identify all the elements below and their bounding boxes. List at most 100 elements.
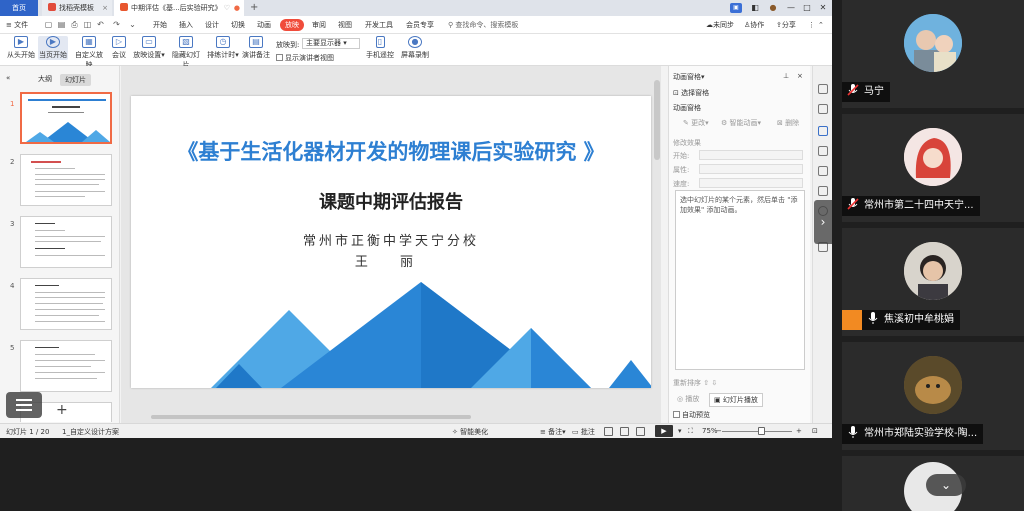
menu-item-animation[interactable]: 动画 <box>257 19 271 31</box>
pin-icon[interactable]: ⊥ <box>783 72 789 80</box>
smart-beautify-button[interactable]: ✧ 智能美化 <box>452 427 488 437</box>
slide-subtitle[interactable]: 课题中期评估报告 <box>131 188 651 214</box>
add-slide-button[interactable]: + <box>56 402 68 418</box>
horizontal-scrollbar[interactable] <box>131 414 651 420</box>
slide-thumbnail-3[interactable] <box>20 216 112 268</box>
minimize-icon[interactable]: — <box>784 0 798 16</box>
select-pane-link[interactable]: ⊡ 选择窗格 <box>673 88 709 98</box>
tab-slides[interactable]: 幻灯片 <box>60 74 91 86</box>
tab-outline[interactable]: 大纲 <box>38 74 52 84</box>
close-window-icon[interactable]: ✕ <box>816 0 830 16</box>
smart-animation-button[interactable]: ⚙ 智能动画▾ <box>721 118 761 128</box>
redo-icon[interactable]: ↷ <box>112 20 121 29</box>
record-notes-button[interactable]: ▤ 演讲备注 <box>242 36 270 60</box>
window-layout-icon[interactable]: ▣ <box>730 3 742 13</box>
share-button[interactable]: ⇪分享 <box>776 19 796 31</box>
layout-icon[interactable] <box>818 146 828 156</box>
mountain-graphic[interactable] <box>131 276 651 388</box>
tab-document[interactable]: 中期评估《基...后实验研究》 ♡ ● <box>114 0 244 16</box>
menu-item-design[interactable]: 设计 <box>205 19 219 31</box>
fit-slide-icon[interactable]: ⊡ <box>812 427 818 435</box>
menu-item-view[interactable]: 视图 <box>338 19 352 31</box>
meeting-button[interactable]: ▷ 会议 <box>109 36 129 60</box>
menu-item-slideshow[interactable]: 放映 <box>280 19 304 31</box>
reorder-label[interactable]: 重新排序 ⇧ ⇩ <box>673 378 717 388</box>
save-icon[interactable]: ▤ <box>57 20 66 29</box>
collab-button[interactable]: ♙协作 <box>744 19 764 31</box>
animation-icon[interactable] <box>818 126 828 136</box>
play-button[interactable]: ◎ 播放 <box>677 394 699 404</box>
slide-title[interactable]: 《基于生活化器材开发的物理课后实验研究 》 <box>131 136 651 166</box>
format-painter-icon[interactable] <box>818 84 828 94</box>
participant-tile[interactable]: 马宁 <box>842 0 1024 108</box>
zoom-out-icon[interactable]: − <box>716 427 722 435</box>
menu-item-developer[interactable]: 开发工具 <box>365 19 393 31</box>
zoom-slider[interactable] <box>722 431 792 432</box>
slide-thumbnail-1[interactable] <box>20 92 112 144</box>
image-icon[interactable] <box>818 166 828 176</box>
comments-button[interactable]: ▭ 批注 <box>572 427 595 437</box>
reading-view-icon[interactable] <box>636 427 645 436</box>
skin-icon[interactable]: ◧ <box>748 0 762 16</box>
phone-remote-button[interactable]: ▯ 手机遥控 <box>366 36 394 60</box>
current-slide[interactable]: 《基于生活化器材开发的物理课后实验研究 》 课题中期评估报告 常州市正衡中学天宁… <box>131 96 651 388</box>
slideshow-play-button[interactable]: ▣ 幻灯片播放 <box>709 393 763 407</box>
fit-window-icon[interactable]: ⛶ <box>688 427 693 436</box>
menu-item-insert[interactable]: 插入 <box>179 19 193 31</box>
maximize-icon[interactable]: □ <box>800 0 814 16</box>
zoom-slider-knob[interactable] <box>758 427 765 435</box>
setup-show-button[interactable]: ▭ 放映设置▾ <box>132 36 166 60</box>
show-on-select[interactable]: 主要显示器 ▾ <box>302 38 360 49</box>
notes-button[interactable]: ≡ 备注▾ <box>540 427 566 437</box>
autopreview-checkbox[interactable]: 自动预览 <box>673 410 710 420</box>
command-search[interactable]: ⚲ 查找命令、搜索模板 <box>448 19 518 31</box>
presenter-view-checkbox[interactable]: 显示演讲者视图 <box>276 53 334 63</box>
undo-icon[interactable]: ↶ <box>96 20 105 29</box>
custom-show-button[interactable]: ▦ 自定义放映 <box>72 36 106 70</box>
more-icon[interactable]: ⋮ <box>808 19 815 31</box>
close-icon[interactable]: × <box>102 0 108 16</box>
participant-tile[interactable]: 常州市第二十四中天宁... <box>842 114 1024 222</box>
print-icon[interactable]: ⎙ <box>70 20 79 29</box>
theme-name[interactable]: 1_自定义设计方案 <box>62 427 119 437</box>
participant-tile[interactable]: 常州市郑陆实验学校-陶... <box>842 342 1024 450</box>
vertical-scrollbar[interactable] <box>654 80 660 160</box>
menu-item-start[interactable]: 开始 <box>153 19 167 31</box>
from-start-button[interactable]: ▶ 从头开始 <box>6 36 36 60</box>
scroll-thumb[interactable] <box>151 415 471 419</box>
user-avatar-icon[interactable]: ● <box>766 0 780 16</box>
new-tab-button[interactable]: + <box>250 0 258 15</box>
slide-author-name[interactable]: 王 丽 <box>131 251 651 270</box>
file-menu[interactable]: ≡ 文件 <box>6 19 28 31</box>
unsynced-status[interactable]: ☁未同步 <box>706 19 734 31</box>
slideshow-options-icon[interactable]: ▾ <box>678 427 682 435</box>
participant-tile[interactable]: 焦溪初中牟桃娟 <box>842 228 1024 336</box>
preview-icon[interactable]: ◫ <box>83 20 92 29</box>
adjust-icon[interactable] <box>818 104 828 114</box>
expand-panel-arrow[interactable]: › <box>814 200 832 244</box>
chevron-down-icon[interactable]: ⌄ <box>128 20 137 29</box>
pin-icon[interactable]: ♡ <box>224 0 230 16</box>
hide-slide-button[interactable]: ▧ 隐藏幻灯片 <box>169 36 203 70</box>
zoom-in-icon[interactable]: + <box>796 427 802 435</box>
start-select[interactable] <box>699 150 803 160</box>
delete-button[interactable]: ⊠ 删除 <box>777 118 799 128</box>
menu-item-member[interactable]: 会员专享 <box>406 19 434 31</box>
menu-item-transition[interactable]: 切换 <box>231 19 245 31</box>
speed-select[interactable] <box>699 178 803 188</box>
from-current-button[interactable]: ▶ 当页开始 <box>38 36 68 60</box>
rehearse-button[interactable]: ◷ 排练计时▾ <box>206 36 240 60</box>
play-slideshow-button[interactable]: ▶ <box>655 425 673 437</box>
tab-template-store[interactable]: 找稻壳模板 × <box>42 0 112 16</box>
property-select[interactable] <box>699 164 803 174</box>
animation-pane-header[interactable]: 动画窗格▾ <box>673 72 705 82</box>
tab-home[interactable]: 首页 <box>0 0 38 16</box>
animation-list[interactable]: 选中幻灯片的某个元素，然后单击 "添加效果" 添加动画。 <box>675 190 805 370</box>
close-icon[interactable]: × <box>797 72 803 80</box>
list-menu-icon[interactable] <box>6 392 42 418</box>
slide-thumbnail-2[interactable] <box>20 154 112 206</box>
screen-record-button[interactable]: ● 屏幕录制 <box>400 36 430 60</box>
normal-view-icon[interactable] <box>604 427 613 436</box>
slide-thumbnail-4[interactable] <box>20 278 112 330</box>
collapse-pane-icon[interactable]: « <box>6 74 10 82</box>
